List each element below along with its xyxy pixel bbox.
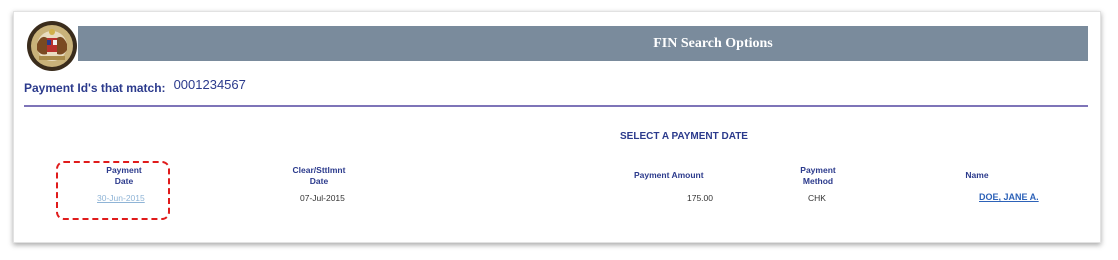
section-title: SELECT A PAYMENT DATE [620,131,748,142]
column-header-line: Payment Amount [634,170,704,180]
column-header-amount: Payment Amount [634,170,724,181]
column-header-name: Name [952,170,1002,181]
column-header-method: Payment Method [790,165,846,187]
section-divider [24,105,1088,107]
method-cell: CHK [808,193,826,203]
column-header-line: Clear/Sttlmnt [292,165,346,175]
page-title: FIN Search Options [653,35,773,51]
page-title-bar: FIN Search Options [78,26,1088,61]
amount-cell: 175.00 [687,193,713,203]
search-results-panel: FIN Search Options Payment Id's that mat… [13,11,1101,243]
clear-date-cell: 07-Jul-2015 [300,193,345,203]
column-header-line: Method [802,176,834,186]
payment-date-link[interactable]: 30-Jun-2015 [97,193,145,203]
column-header-line: Payment [800,165,836,175]
payment-id-value: 0001234567 [173,77,246,92]
column-header-clear-date: Clear/Sttlmnt Date [280,165,358,187]
column-header-line: Date [309,176,329,186]
column-header-line: Name [965,170,989,180]
payment-id-match: Payment Id's that match: 0001234567 [24,77,246,95]
state-seal-icon [27,21,77,71]
payee-name-link[interactable]: DOE, JANE A. [979,192,1039,202]
payment-date-highlight [56,161,170,220]
payment-id-label: Payment Id's that match: [24,81,166,95]
